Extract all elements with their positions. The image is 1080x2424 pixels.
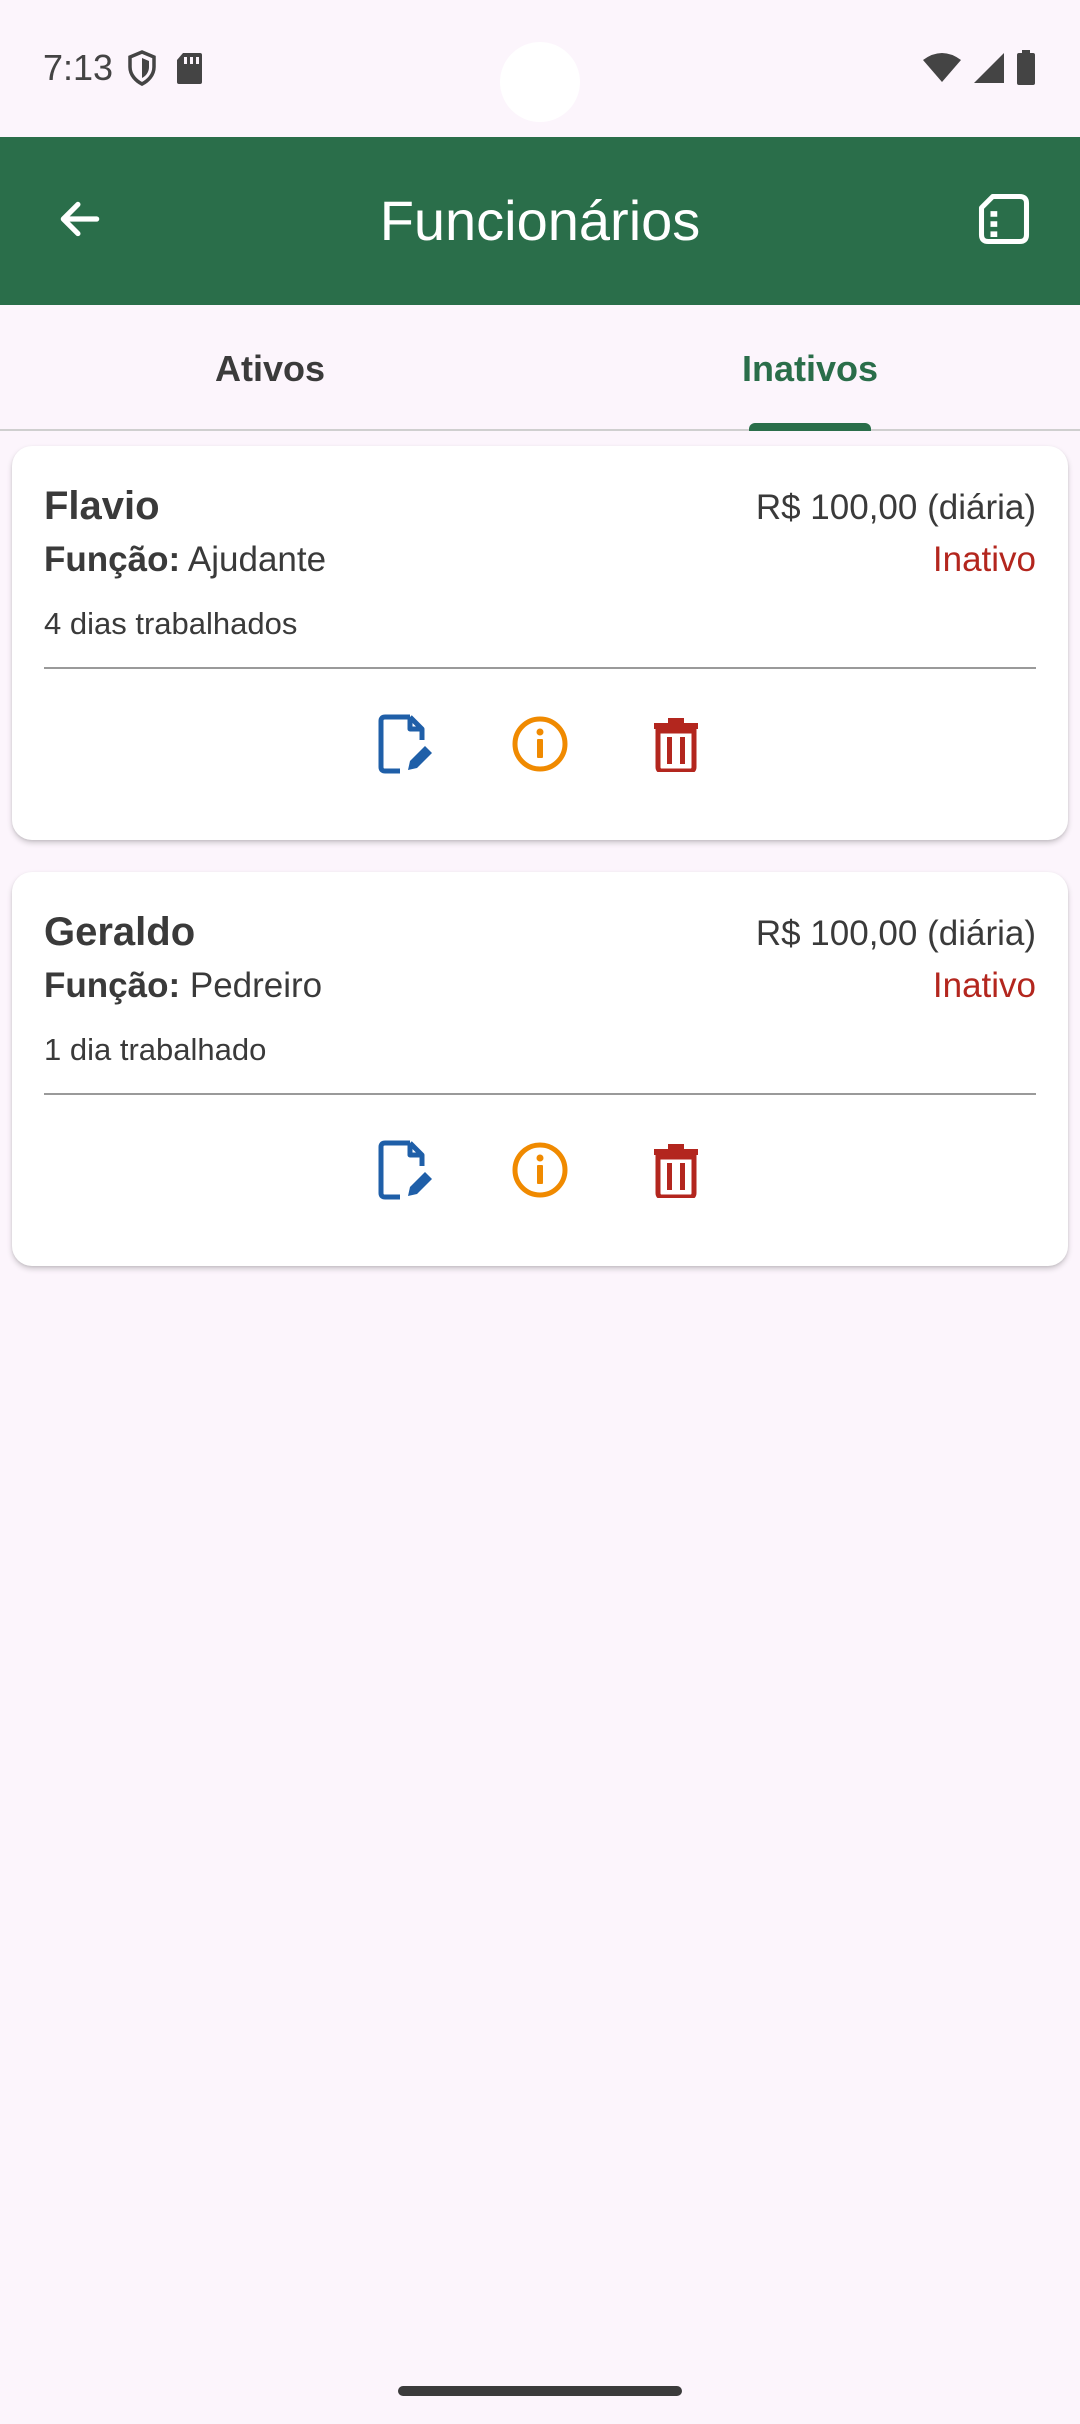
role-label: Função: bbox=[44, 540, 181, 579]
app-bar: Funcionários bbox=[0, 137, 1080, 305]
status-badge: Inativo bbox=[932, 540, 1036, 579]
days-worked: 1 dia trabalhado bbox=[44, 1032, 267, 1067]
battery-icon bbox=[1016, 50, 1036, 91]
trash-icon bbox=[653, 716, 699, 777]
employee-rate: R$ 100,00 (diária) bbox=[755, 488, 1036, 527]
divider bbox=[44, 667, 1036, 669]
camera-cutout bbox=[500, 42, 580, 122]
info-icon bbox=[511, 1141, 569, 1204]
trash-icon bbox=[653, 1142, 699, 1203]
employee-role: Função: Pedreiro bbox=[44, 966, 322, 1006]
tab-ativos[interactable]: Ativos bbox=[0, 305, 540, 429]
tab-inativos[interactable]: Inativos bbox=[540, 305, 1080, 429]
report-button[interactable] bbox=[958, 175, 1050, 267]
edit-document-icon bbox=[378, 714, 434, 779]
role-value: Ajudante bbox=[187, 540, 327, 579]
signal-icon bbox=[972, 51, 1006, 90]
card-actions bbox=[12, 708, 1068, 784]
status-bar: 7:13 bbox=[0, 0, 1080, 137]
employee-name: Geraldo bbox=[44, 910, 196, 954]
back-button[interactable] bbox=[34, 175, 126, 267]
info-icon bbox=[511, 715, 569, 778]
status-right-icons bbox=[922, 50, 1036, 91]
tab-indicator bbox=[749, 423, 871, 431]
delete-button[interactable] bbox=[638, 1134, 714, 1210]
edit-button[interactable] bbox=[368, 708, 444, 784]
home-gesture-bar[interactable] bbox=[398, 2386, 682, 2396]
employee-rate: R$ 100,00 (diária) bbox=[755, 914, 1036, 953]
shield-icon bbox=[127, 50, 157, 91]
info-button[interactable] bbox=[502, 1134, 578, 1210]
wifi-icon bbox=[922, 52, 962, 89]
delete-button[interactable] bbox=[638, 708, 714, 784]
employee-card: Geraldo R$ 100,00 (diária) Função: Pedre… bbox=[12, 872, 1068, 1266]
days-worked: 4 dias trabalhados bbox=[44, 606, 298, 641]
page-title: Funcionários bbox=[379, 189, 701, 252]
status-time: 7:13 bbox=[43, 47, 114, 88]
edit-document-icon bbox=[378, 1140, 434, 1205]
status-left-icons bbox=[127, 50, 203, 91]
employee-name: Flavio bbox=[44, 484, 160, 528]
divider bbox=[44, 1093, 1036, 1095]
card-actions bbox=[12, 1134, 1068, 1210]
employee-role: Função: Ajudante bbox=[44, 540, 326, 580]
report-icon bbox=[977, 192, 1031, 251]
employee-card: Flavio R$ 100,00 (diária) Função: Ajudan… bbox=[12, 446, 1068, 840]
arrow-back-icon bbox=[55, 194, 105, 249]
role-label: Função: bbox=[44, 966, 181, 1005]
tab-bar: Ativos Inativos bbox=[0, 305, 1080, 431]
sd-card-icon bbox=[175, 51, 203, 90]
status-badge: Inativo bbox=[932, 966, 1036, 1005]
info-button[interactable] bbox=[502, 708, 578, 784]
edit-button[interactable] bbox=[368, 1134, 444, 1210]
role-value: Pedreiro bbox=[189, 966, 323, 1005]
